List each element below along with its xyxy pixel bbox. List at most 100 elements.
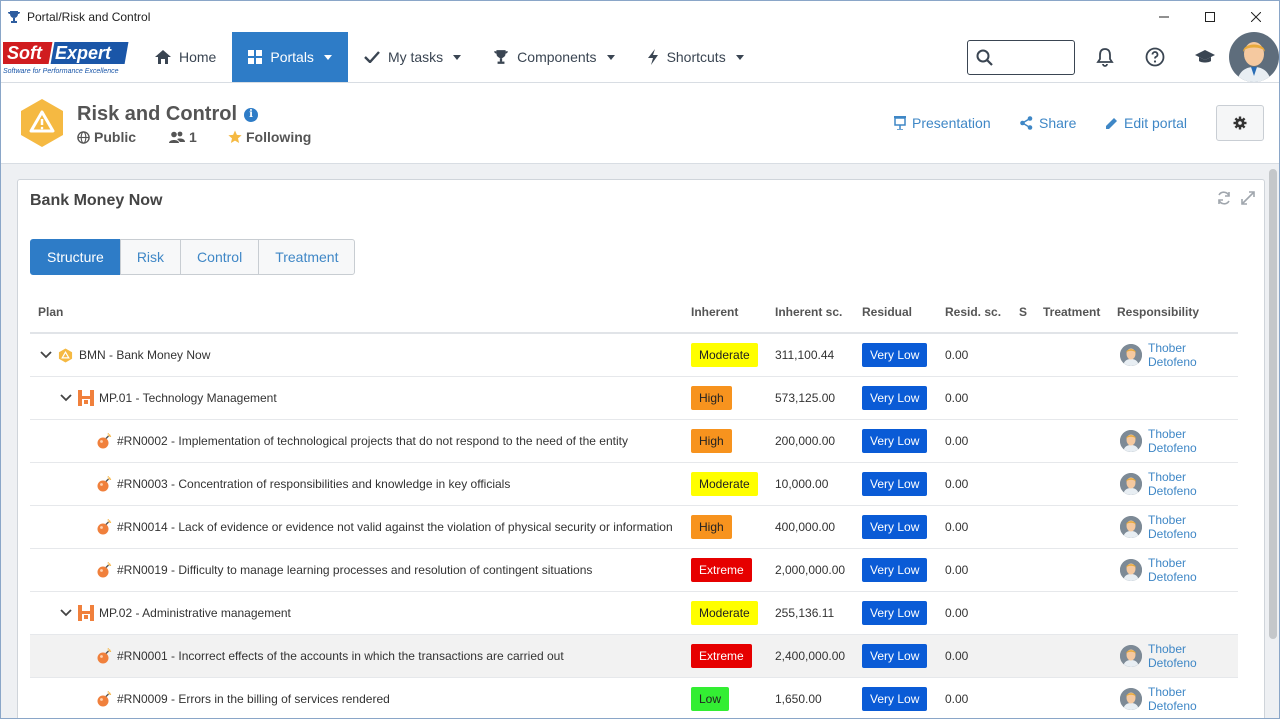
learning-button[interactable] xyxy=(1192,44,1218,70)
inherent-score: 200,000.00 xyxy=(775,434,836,448)
edit-portal-button[interactable]: Edit portal xyxy=(1105,115,1187,131)
nav-shortcuts[interactable]: Shortcuts xyxy=(631,32,760,82)
maximize-button[interactable] xyxy=(1187,1,1233,32)
risk-bomb-icon xyxy=(97,433,112,449)
responsible-user[interactable]: Thober Detofeno xyxy=(1120,678,1238,718)
inherent-score: 573,125.00 xyxy=(775,391,836,405)
responsible-user[interactable]: Thober Detofeno xyxy=(1120,635,1238,677)
chevron-down-icon xyxy=(60,394,72,402)
home-icon xyxy=(155,50,171,64)
col-residual[interactable]: Residual xyxy=(862,305,912,319)
page-scrollbar[interactable] xyxy=(1269,169,1277,639)
responsible-user[interactable]: Thober Detofeno xyxy=(1120,420,1238,462)
nav-portals[interactable]: Portals xyxy=(232,32,348,82)
collapse-toggle[interactable] xyxy=(60,377,72,419)
responsible-user[interactable]: Thober Detofeno xyxy=(1120,549,1238,591)
share-button[interactable]: Share xyxy=(1020,115,1076,131)
table-row[interactable]: MP.02 - Administrative management Moderat… xyxy=(30,592,1238,635)
softexpert-logo[interactable]: Soft Expert Software for Performance Exc… xyxy=(1,39,133,77)
responsible-user[interactable]: Thober Detofeno xyxy=(1120,463,1238,505)
inherent-level: Moderate xyxy=(691,334,758,376)
plan-name[interactable]: #RN0003 - Concentration of responsibilit… xyxy=(117,463,510,505)
plan-name[interactable]: MP.02 - Administrative management xyxy=(99,592,291,634)
search-icon xyxy=(976,49,993,66)
question-icon xyxy=(1145,47,1165,67)
close-button[interactable] xyxy=(1233,1,1279,32)
bolt-icon xyxy=(647,49,658,65)
col-s[interactable]: S xyxy=(1019,305,1027,319)
inherent-badge: High xyxy=(691,515,732,539)
search-input[interactable] xyxy=(1000,41,1070,71)
nav-components-label: Components xyxy=(517,49,597,65)
settings-button[interactable] xyxy=(1216,105,1264,141)
user-avatar[interactable] xyxy=(1229,32,1279,82)
plan-name[interactable]: #RN0009 - Errors in the billing of servi… xyxy=(117,678,390,718)
inherent-badge: Extreme xyxy=(691,644,752,668)
trophy-icon xyxy=(494,50,509,64)
risk-bomb-icon xyxy=(97,691,112,707)
table-row[interactable]: #RN0019 - Difficulty to manage learning … xyxy=(30,549,1238,592)
inherent-level: Extreme xyxy=(691,635,752,677)
tab-control[interactable]: Control xyxy=(180,239,260,275)
col-residual-score[interactable]: Resid. sc. xyxy=(945,305,1001,319)
top-navbar: Soft Expert Software for Performance Exc… xyxy=(1,32,1279,83)
window-title: Portal/Risk and Control xyxy=(27,9,151,24)
tab-structure[interactable]: Structure xyxy=(30,239,121,275)
row-type-icon xyxy=(58,334,73,376)
globe-icon xyxy=(77,130,90,144)
presentation-button[interactable]: Presentation xyxy=(894,115,991,131)
tab-risk[interactable]: Risk xyxy=(119,239,182,275)
nav-components[interactable]: Components xyxy=(477,32,630,82)
plan-name[interactable]: #RN0019 - Difficulty to manage learning … xyxy=(117,549,592,591)
col-inherent[interactable]: Inherent xyxy=(691,305,738,319)
responsible-name: Thober Detofeno xyxy=(1147,513,1197,541)
table-row[interactable]: #RN0001 - Incorrect effects of the accou… xyxy=(30,635,1238,678)
minimize-button[interactable] xyxy=(1141,1,1187,32)
table-row[interactable]: #RN0014 - Lack of evidence or evidence n… xyxy=(30,506,1238,549)
col-responsibility[interactable]: Responsibility xyxy=(1117,305,1199,319)
row-type-icon xyxy=(96,635,112,677)
follow-toggle[interactable]: Following xyxy=(228,129,311,145)
residual-level: Very Low xyxy=(862,592,928,634)
title-bar: Portal/Risk and Control xyxy=(1,1,1279,32)
tab-treatment[interactable]: Treatment xyxy=(258,239,356,275)
inherent-level: High xyxy=(691,377,732,419)
col-inherent-score[interactable]: Inherent sc. xyxy=(775,305,842,319)
table-row[interactable]: BMN - Bank Money Now Moderate 311,100.44 Ve… xyxy=(30,334,1238,377)
plan-name[interactable]: #RN0014 - Lack of evidence or evidence n… xyxy=(117,506,673,548)
responsible-user[interactable]: Thober Detofeno xyxy=(1120,506,1238,548)
plan-name[interactable]: MP.01 - Technology Management xyxy=(99,377,277,419)
notifications-button[interactable] xyxy=(1092,44,1118,70)
nav-home[interactable]: Home xyxy=(139,32,232,82)
search-box[interactable] xyxy=(967,40,1075,75)
responsible-user[interactable]: Thober Detofeno xyxy=(1120,334,1238,376)
plan-name[interactable]: #RN0002 - Implementation of technologica… xyxy=(117,420,628,462)
plan-name[interactable]: BMN - Bank Money Now xyxy=(79,334,210,376)
expand-icon[interactable] xyxy=(1240,190,1256,206)
inherent-badge: Moderate xyxy=(691,472,758,496)
residual-badge: Very Low xyxy=(862,472,928,496)
chevron-down-icon xyxy=(606,54,615,60)
residual-level: Very Low xyxy=(862,463,928,505)
graduation-cap-icon xyxy=(1195,50,1215,63)
row-type-icon xyxy=(96,549,112,591)
table-row[interactable]: #RN0003 - Concentration of responsibilit… xyxy=(30,463,1238,506)
col-plan[interactable]: Plan xyxy=(38,305,63,319)
refresh-icon[interactable] xyxy=(1216,190,1232,206)
help-button[interactable] xyxy=(1142,44,1168,70)
check-icon xyxy=(364,51,380,63)
nav-my-tasks[interactable]: My tasks xyxy=(348,32,477,82)
row-type-icon xyxy=(78,592,94,634)
share-label: Share xyxy=(1039,115,1077,131)
col-treatment[interactable]: Treatment xyxy=(1043,305,1100,319)
collapse-toggle[interactable] xyxy=(60,592,72,634)
members-count[interactable]: 1 xyxy=(169,129,197,145)
plan-name[interactable]: #RN0001 - Incorrect effects of the accou… xyxy=(117,635,564,677)
table-row[interactable]: #RN0002 - Implementation of technologica… xyxy=(30,420,1238,463)
info-icon[interactable]: i xyxy=(244,108,258,122)
table-row[interactable]: MP.01 - Technology Management High 573,125… xyxy=(30,377,1238,420)
table-row[interactable]: #RN0009 - Errors in the billing of servi… xyxy=(30,678,1238,718)
row-type-icon xyxy=(96,678,112,718)
chevron-down-icon xyxy=(735,54,744,60)
collapse-toggle[interactable] xyxy=(40,334,52,376)
